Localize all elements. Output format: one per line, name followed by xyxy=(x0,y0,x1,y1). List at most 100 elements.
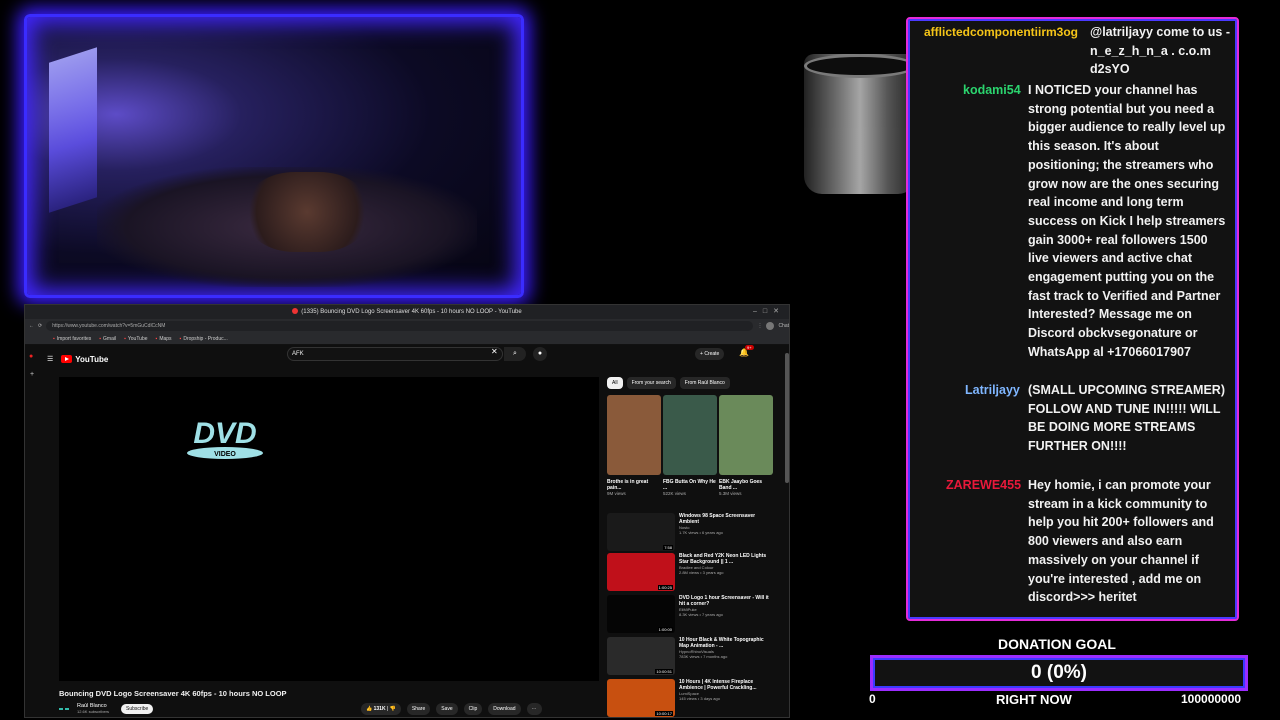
short-title[interactable]: FBG Butta On Why He ... 522K views xyxy=(663,479,717,496)
chip-all[interactable]: All xyxy=(607,377,623,389)
short-title-text: Brothe is in great pain... xyxy=(607,479,649,491)
menu-icon[interactable]: ☰ xyxy=(47,355,53,363)
url-field[interactable]: https://www.youtube.com/watch?v=5mGuCdlC… xyxy=(46,321,754,331)
video-thumbnail[interactable]: 10:00:17 xyxy=(607,679,675,717)
dvd-logo: DVD VIDEO xyxy=(187,417,263,459)
reload-icon[interactable]: ⟳ xyxy=(38,323,42,329)
like-count: 131K xyxy=(373,706,386,712)
chip-from-search[interactable]: From your search xyxy=(626,377,676,389)
create-button[interactable]: + Create xyxy=(695,348,725,360)
glass-overlay-image xyxy=(804,54,916,194)
subscriber-count: 12.6K subscribers xyxy=(77,709,110,714)
chat-text: @latriljayy come to us - n_e_z_h_n_a . c… xyxy=(1090,25,1231,77)
extensions-icon[interactable]: ⋮ xyxy=(757,323,762,329)
short-title[interactable]: Brothe is in great pain... 9M views xyxy=(607,479,661,496)
scrollbar[interactable] xyxy=(785,353,789,483)
video-duration: 10:00:51 xyxy=(655,669,673,674)
chat-text: Hey homie, i can promote your stream in … xyxy=(1028,478,1214,605)
video-title[interactable]: Black and Red Y2K Neon LED Lights Star B… xyxy=(679,553,766,565)
video-meta: 2.8M views • 3 years ago xyxy=(679,570,724,575)
video-meta: 145 views • 3 days ago xyxy=(679,696,720,701)
youtube-logo[interactable]: YouTube xyxy=(61,355,108,364)
search-icon[interactable]: ⌕ xyxy=(504,347,526,361)
bookmarks-bar: Import favorites Gmail YouTube Maps Drop… xyxy=(25,333,789,345)
svg-text:VIDEO: VIDEO xyxy=(214,451,236,458)
recommend-chips: All From your search From Raúl Blanco xyxy=(607,377,730,389)
bookmark-item[interactable]: Maps xyxy=(156,336,171,342)
subscribe-button[interactable]: Subscribe xyxy=(121,703,154,714)
youtube-header: ☰ YouTube AFK ✕ ⌕ ● + Create 🔔 9+ xyxy=(25,345,789,373)
create-label: Create xyxy=(704,351,720,357)
youtube-tab-icon xyxy=(292,308,299,315)
video-duration: 1:00:25 xyxy=(657,585,673,590)
video-meta: 8.3K views • 7 years ago xyxy=(679,612,723,617)
video-thumbnail[interactable]: 10:00:51 xyxy=(607,637,675,675)
short-views: 9M views xyxy=(607,491,626,496)
donation-goal-amount: 100000000 xyxy=(1181,692,1242,706)
shorts-titles: Brothe is in great pain... 9M views FBG Bu… xyxy=(607,479,773,496)
chip-from-channel[interactable]: From Raúl Blanco xyxy=(679,377,730,389)
short-thumbnail[interactable] xyxy=(607,395,661,475)
clear-search-icon[interactable]: ✕ xyxy=(491,347,498,356)
short-thumbnail[interactable] xyxy=(663,395,717,475)
save-button[interactable]: Save xyxy=(436,703,458,715)
like-button[interactable]: 👍 131K | 👎 xyxy=(361,703,401,715)
channel-row: Raúl Blanco 12.6K subscribers Subscribe xyxy=(59,703,154,714)
browser-titlebar: (1335) Bouncing DVD Logo Screensaver 4K … xyxy=(25,305,789,319)
webcam-pillow xyxy=(247,172,367,252)
tab-title[interactable]: (1335) Bouncing DVD Logo Screensaver 4K … xyxy=(301,309,521,315)
bookmark-item[interactable]: Dropship - Produc... xyxy=(180,336,227,342)
chat-username[interactable]: kodami54 xyxy=(963,81,1021,100)
back-icon[interactable]: ← xyxy=(29,323,34,329)
chat-label[interactable]: Chat xyxy=(778,323,789,329)
video-duration: 10:00:17 xyxy=(655,711,673,716)
chat-text: (SMALL UPCOMING STREAMER) FOLLOW AND TUN… xyxy=(1028,383,1225,454)
chat-username[interactable]: Latriljayy xyxy=(965,381,1020,400)
video-duration: 7:58 xyxy=(663,545,673,550)
donation-status: RIGHT NOW xyxy=(996,692,1072,707)
video-player[interactable]: DVD VIDEO xyxy=(59,377,599,681)
video-thumbnail[interactable]: 1:00:00 xyxy=(607,595,675,633)
video-title[interactable]: 10 Hour Black & White Topographic Map An… xyxy=(679,637,764,649)
recommended-video[interactable]: 1:00:00 DVD Logo 1 hour Screensaver - Wil… xyxy=(607,595,777,633)
video-thumbnail[interactable]: 7:58 xyxy=(607,513,675,551)
video-title[interactable]: 10 Hours | 4K Intense Fireplace Ambience… xyxy=(679,679,757,691)
browser-window: (1335) Bouncing DVD Logo Screensaver 4K … xyxy=(24,304,790,718)
address-bar-row: ← ⟳ https://www.youtube.com/watch?v=5mGu… xyxy=(25,319,789,333)
donation-goal-title: DONATION GOAL xyxy=(998,636,1116,652)
youtube-logo-text: YouTube xyxy=(75,354,109,364)
bookmark-item[interactable]: Import favorites xyxy=(53,336,91,342)
download-button[interactable]: Download xyxy=(488,703,521,715)
bookmark-item[interactable]: YouTube xyxy=(124,336,148,342)
svg-text:DVD: DVD xyxy=(193,417,256,450)
notification-badge: 9+ xyxy=(745,345,754,350)
youtube-play-icon xyxy=(61,355,73,363)
recommended-video[interactable]: 1:00:25 Black and Red Y2K Neon LED Lights… xyxy=(607,553,777,591)
recommended-video[interactable]: 10:00:17 10 Hours | 4K Intense Fireplace … xyxy=(607,679,777,717)
chat-username[interactable]: afflictedcomponentiirm3og xyxy=(924,23,1078,42)
share-button[interactable]: Share xyxy=(406,703,431,715)
short-title-text: FBG Butta On Why He ... xyxy=(663,479,716,491)
donation-amount: 0 (0%) xyxy=(1031,662,1087,683)
video-meta: 1.7K views • 6 years ago xyxy=(679,530,723,535)
more-icon[interactable]: ⋯ xyxy=(526,703,542,715)
channel-avatar[interactable] xyxy=(59,704,73,714)
recommended-video[interactable]: 7:58 Windows 98 Space Screensaver Ambient… xyxy=(607,513,777,551)
mic-icon[interactable]: ● xyxy=(533,347,547,361)
video-thumbnail[interactable]: 1:00:25 xyxy=(607,553,675,591)
video-title[interactable]: Windows 98 Space Screensaver Ambient xyxy=(679,513,755,525)
profile-avatar[interactable] xyxy=(766,322,775,330)
donation-progress-bar: 0 (0%) xyxy=(870,655,1248,691)
bookmark-item[interactable]: Gmail xyxy=(99,336,116,342)
glass-rim xyxy=(804,54,916,78)
webcam-feed xyxy=(24,14,524,298)
recommended-video[interactable]: 10:00:51 10 Hour Black & White Topographi… xyxy=(607,637,777,675)
window-controls[interactable]: –□✕ xyxy=(753,305,785,319)
clip-button[interactable]: Clip xyxy=(463,703,483,715)
short-title[interactable]: EBK Jaaybo Goes Band ... 5.3M views xyxy=(719,479,773,496)
short-views: 522K views xyxy=(663,491,687,496)
short-thumbnail[interactable] xyxy=(719,395,773,475)
chat-username[interactable]: ZAREWE455 xyxy=(946,476,1021,495)
video-title[interactable]: DVD Logo 1 hour Screensaver - Will it hi… xyxy=(679,595,769,607)
search-input[interactable]: AFK xyxy=(287,347,503,361)
